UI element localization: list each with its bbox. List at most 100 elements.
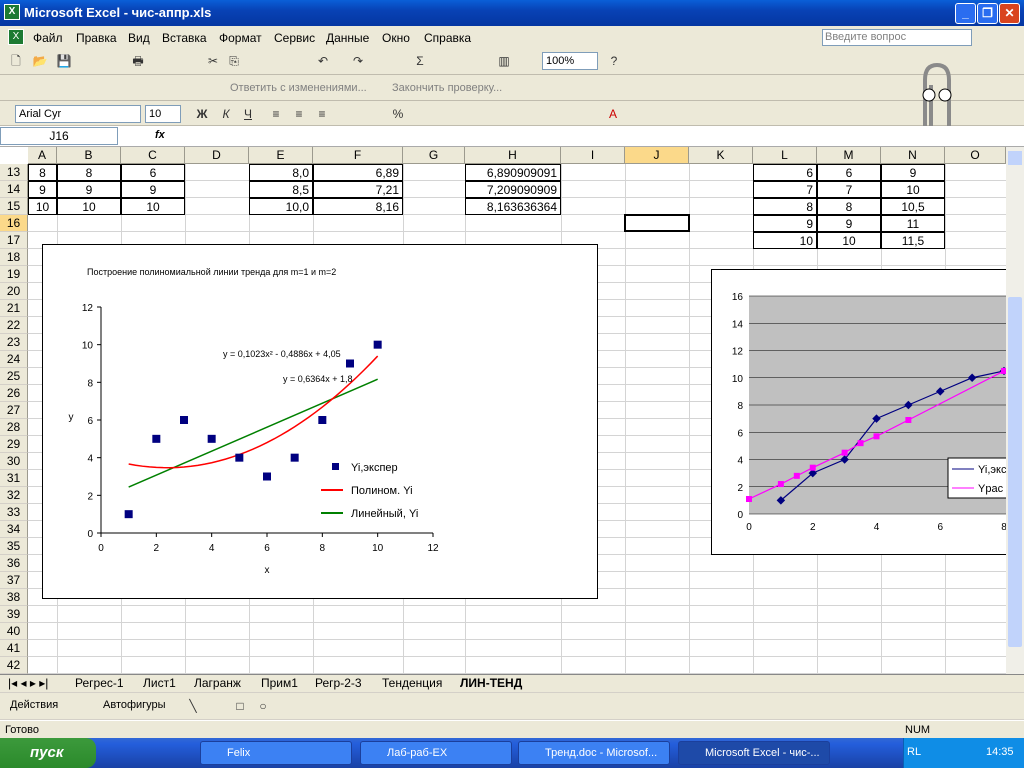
cell-L13[interactable]: 6 bbox=[753, 164, 817, 181]
align-left-icon[interactable]: ≡ bbox=[268, 106, 284, 122]
task-excel[interactable]: Microsoft Excel - чис-... bbox=[678, 741, 830, 765]
font-size-select[interactable]: 10 bbox=[145, 105, 181, 123]
language-indicator[interactable]: RL bbox=[907, 746, 921, 758]
rectangle-icon[interactable]: □ bbox=[232, 698, 248, 714]
cell-L15[interactable]: 8 bbox=[753, 198, 817, 215]
row-header-26[interactable]: 26 bbox=[0, 385, 28, 402]
row-header-30[interactable]: 30 bbox=[0, 453, 28, 470]
autosum-icon[interactable]: Σ bbox=[412, 53, 428, 69]
col-header-N[interactable]: N bbox=[881, 147, 945, 164]
menu-format[interactable]: Формат bbox=[219, 31, 262, 45]
font-select[interactable]: Arial Cyr bbox=[15, 105, 141, 123]
name-box[interactable]: J16 bbox=[0, 127, 118, 145]
tab-list1[interactable]: Лист1 bbox=[143, 676, 176, 690]
cell-E13[interactable]: 8,0 bbox=[249, 164, 313, 181]
copy-icon[interactable]: ⎘ bbox=[226, 53, 242, 69]
trend-chart[interactable]: Построение полиномиальной линии тренда д… bbox=[42, 244, 598, 599]
tab-lagrange[interactable]: Лагранж bbox=[194, 676, 241, 690]
undo-icon[interactable]: ↶ bbox=[315, 53, 331, 69]
row-header-29[interactable]: 29 bbox=[0, 436, 28, 453]
maximize-button[interactable]: ❐ bbox=[977, 3, 998, 24]
row-header-25[interactable]: 25 bbox=[0, 368, 28, 385]
row-header-31[interactable]: 31 bbox=[0, 470, 28, 487]
cell-L14[interactable]: 7 bbox=[753, 181, 817, 198]
zoom-select[interactable]: 100% bbox=[542, 52, 598, 70]
cell-F13[interactable]: 6,89 bbox=[313, 164, 403, 181]
row-header-41[interactable]: 41 bbox=[0, 640, 28, 657]
row-header-38[interactable]: 38 bbox=[0, 589, 28, 606]
cell-A14[interactable]: 9 bbox=[28, 181, 57, 198]
end-review[interactable]: Закончить проверку... bbox=[392, 82, 502, 94]
row-header-15[interactable]: 15 bbox=[0, 198, 28, 215]
row-header-16[interactable]: 16 bbox=[0, 215, 28, 232]
col-header-D[interactable]: D bbox=[185, 147, 249, 164]
row-header-40[interactable]: 40 bbox=[0, 623, 28, 640]
cell-E14[interactable]: 8,5 bbox=[249, 181, 313, 198]
col-header-B[interactable]: B bbox=[57, 147, 121, 164]
cell-N15[interactable]: 10,5 bbox=[881, 198, 945, 215]
underline-icon[interactable]: Ч bbox=[240, 106, 256, 122]
cell-M15[interactable]: 8 bbox=[817, 198, 881, 215]
oval-icon[interactable]: ○ bbox=[255, 698, 271, 714]
spreadsheet-grid[interactable]: ABCDEFGHIJKLMNO 13 14 15 16 17 18 19 20 21 22 23 24… bbox=[0, 147, 1006, 674]
col-header-G[interactable]: G bbox=[403, 147, 465, 164]
task-felix[interactable]: Felix bbox=[200, 741, 352, 765]
scroll-thumb[interactable] bbox=[1008, 297, 1022, 647]
workbook-icon[interactable]: X bbox=[8, 29, 24, 45]
col-header-E[interactable]: E bbox=[249, 147, 313, 164]
cell-M13[interactable]: 6 bbox=[817, 164, 881, 181]
formula-input[interactable] bbox=[170, 127, 1022, 145]
ask-question-input[interactable]: Введите вопрос bbox=[822, 29, 972, 46]
task-trend-doc[interactable]: Тренд.doc - Microsof... bbox=[518, 741, 670, 765]
cell-M17[interactable]: 10 bbox=[817, 232, 881, 249]
tab-prim1[interactable]: Прим1 bbox=[261, 676, 298, 690]
row-header-28[interactable]: 28 bbox=[0, 419, 28, 436]
col-header-I[interactable]: I bbox=[561, 147, 625, 164]
cell-B13[interactable]: 8 bbox=[57, 164, 121, 181]
row-header-36[interactable]: 36 bbox=[0, 555, 28, 572]
col-header-K[interactable]: K bbox=[689, 147, 753, 164]
row-header-42[interactable]: 42 bbox=[0, 657, 28, 674]
new-icon[interactable]: 🗋 bbox=[8, 53, 24, 69]
col-header-O[interactable]: O bbox=[945, 147, 1006, 164]
cell-L17[interactable]: 10 bbox=[753, 232, 817, 249]
cell-N13[interactable]: 9 bbox=[881, 164, 945, 181]
cell-B14[interactable]: 9 bbox=[57, 181, 121, 198]
cell-H14[interactable]: 7,209090909 bbox=[465, 181, 561, 198]
cell-M14[interactable]: 7 bbox=[817, 181, 881, 198]
col-header-L[interactable]: L bbox=[753, 147, 817, 164]
row-header-24[interactable]: 24 bbox=[0, 351, 28, 368]
close-button[interactable]: ✕ bbox=[999, 3, 1020, 24]
col-header-M[interactable]: M bbox=[817, 147, 881, 164]
minimize-button[interactable]: _ bbox=[955, 3, 976, 24]
row-header-35[interactable]: 35 bbox=[0, 538, 28, 555]
menu-insert[interactable]: Вставка bbox=[162, 31, 207, 45]
cell-H15[interactable]: 8,163636364 bbox=[465, 198, 561, 215]
tab-regr-2-3[interactable]: Регр-2-3 bbox=[315, 676, 362, 690]
cell-H13[interactable]: 6,890909091 bbox=[465, 164, 561, 181]
row-header-14[interactable]: 14 bbox=[0, 181, 28, 198]
align-right-icon[interactable]: ≡ bbox=[314, 106, 330, 122]
cell-N14[interactable]: 10 bbox=[881, 181, 945, 198]
start-button[interactable]: пуск bbox=[0, 738, 96, 768]
cell-F15[interactable]: 8,16 bbox=[313, 198, 403, 215]
fx-icon[interactable]: fx bbox=[155, 129, 165, 141]
row-header-17[interactable]: 17 bbox=[0, 232, 28, 249]
row-header-19[interactable]: 19 bbox=[0, 266, 28, 283]
row-header-33[interactable]: 33 bbox=[0, 504, 28, 521]
cell-A13[interactable]: 8 bbox=[28, 164, 57, 181]
reply-with-changes[interactable]: Ответить с изменениями... bbox=[230, 82, 367, 94]
row-header-27[interactable]: 27 bbox=[0, 402, 28, 419]
bold-icon[interactable]: Ж bbox=[194, 106, 210, 122]
cut-icon[interactable]: ✂ bbox=[205, 53, 221, 69]
row-header-20[interactable]: 20 bbox=[0, 283, 28, 300]
font-color-icon[interactable]: A bbox=[605, 106, 621, 122]
row-header-37[interactable]: 37 bbox=[0, 572, 28, 589]
tab-regres-1[interactable]: Регрес-1 bbox=[75, 676, 124, 690]
percent-icon[interactable]: % bbox=[390, 106, 406, 122]
menu-view[interactable]: Вид bbox=[128, 31, 150, 45]
row-header-32[interactable]: 32 bbox=[0, 487, 28, 504]
active-cell-j16[interactable] bbox=[624, 214, 690, 232]
row-header-18[interactable]: 18 bbox=[0, 249, 28, 266]
menu-window[interactable]: Окно bbox=[382, 31, 410, 45]
